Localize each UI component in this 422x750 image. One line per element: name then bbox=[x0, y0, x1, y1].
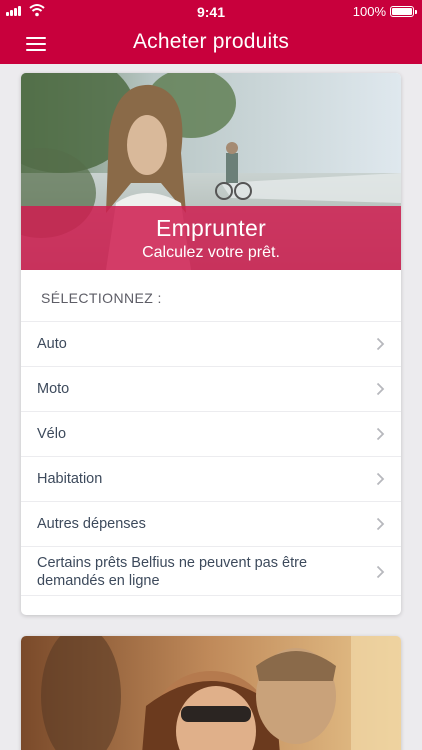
list-item-auto[interactable]: Auto bbox=[21, 321, 401, 366]
loan-card: Emprunter Calculez votre prêt. SÉLECTION… bbox=[21, 73, 401, 615]
status-bar: 9:41 100% bbox=[0, 0, 422, 22]
loan-hero-band: Emprunter Calculez votre prêt. bbox=[21, 206, 401, 270]
chevron-right-icon bbox=[376, 565, 385, 579]
chevron-right-icon bbox=[376, 382, 385, 396]
chevron-right-icon bbox=[376, 472, 385, 486]
chevron-right-icon bbox=[376, 517, 385, 531]
chevron-right-icon bbox=[376, 337, 385, 351]
list-item-velo[interactable]: Vélo bbox=[21, 411, 401, 456]
list-item-label: Vélo bbox=[37, 426, 67, 442]
promo-card[interactable] bbox=[21, 636, 401, 750]
list-item-habitation[interactable]: Habitation bbox=[21, 456, 401, 501]
list-item-label: Autres dépenses bbox=[37, 516, 146, 532]
chevron-right-icon bbox=[376, 427, 385, 441]
list-item-autres-depenses[interactable]: Autres dépenses bbox=[21, 501, 401, 546]
list-item-label: Certains prêts Belfius ne peuvent pas êt… bbox=[37, 555, 308, 589]
loan-subtitle: Calculez votre prêt. bbox=[142, 244, 280, 261]
loan-hero-banner[interactable]: Emprunter Calculez votre prêt. bbox=[21, 73, 401, 270]
battery-percentage: 100% bbox=[352, 4, 386, 19]
select-section-label: SÉLECTIONNEZ : bbox=[41, 290, 162, 306]
battery-icon bbox=[390, 6, 417, 17]
nav-bar: Acheter produits bbox=[0, 22, 422, 64]
list-item-label: Moto bbox=[37, 381, 70, 397]
list-item-label: Habitation bbox=[37, 471, 103, 487]
loan-type-list: Auto Moto Vélo Habitation Autres dépense… bbox=[21, 321, 401, 596]
page-title: Acheter produits bbox=[132, 30, 290, 53]
promo-photo bbox=[21, 636, 401, 750]
list-item-offline-loans[interactable]: Certains prêts Belfius ne peuvent pas êt… bbox=[21, 546, 401, 596]
list-item-moto[interactable]: Moto bbox=[21, 366, 401, 411]
list-item-label: Auto bbox=[37, 336, 67, 352]
loan-title: Emprunter bbox=[155, 215, 267, 241]
